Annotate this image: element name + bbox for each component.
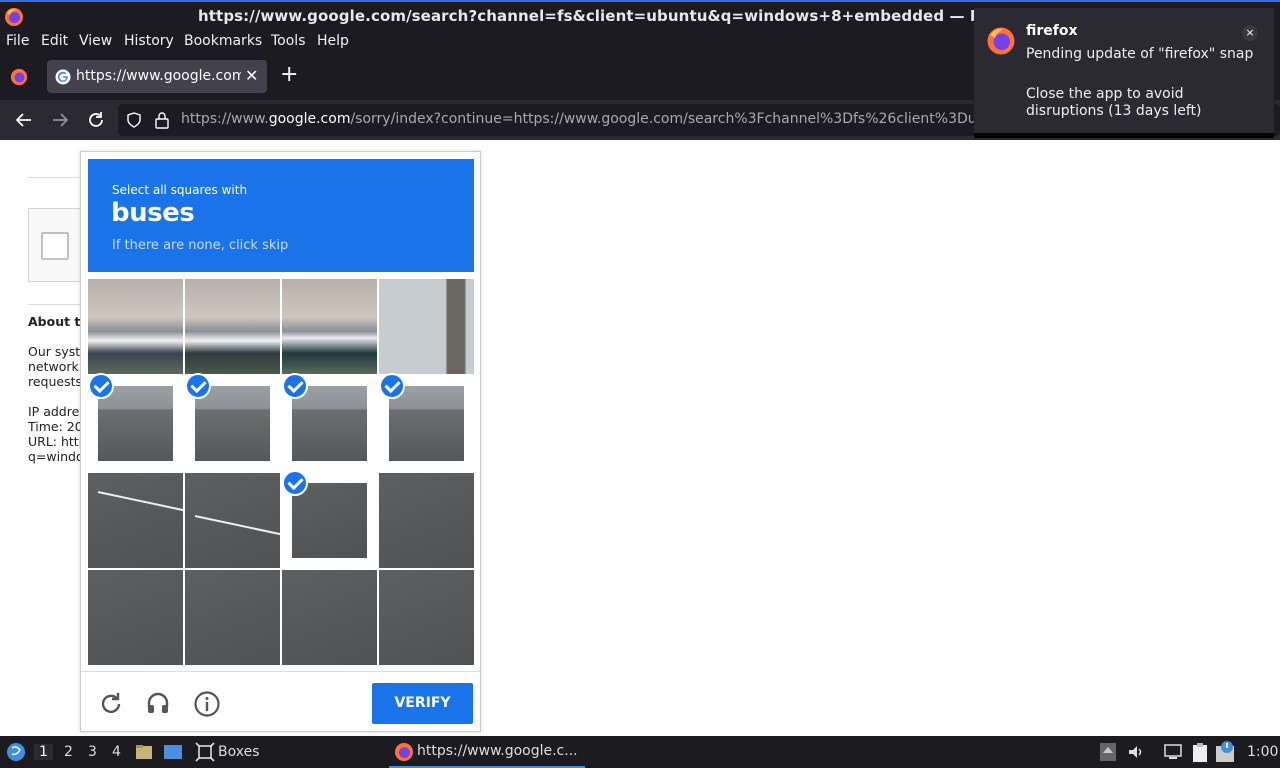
lane-marking (97, 491, 183, 512)
captcha-tile[interactable] (379, 570, 474, 665)
taskbar-app-boxes[interactable]: Boxes (218, 744, 260, 760)
close-tab-icon[interactable]: ✕ (245, 66, 258, 85)
forward-icon[interactable] (49, 109, 71, 131)
tile-selected-check-icon (282, 470, 308, 496)
info-icon[interactable] (193, 690, 221, 718)
divider (28, 177, 80, 178)
captcha-tile[interactable] (292, 386, 367, 461)
tab-title: https://www.google.com/ (76, 68, 241, 84)
firefox-logo-icon (987, 27, 1015, 55)
workspace-2[interactable]: 2 (64, 744, 73, 760)
taskbar: 1 2 3 4 Boxes https://www.google.c... 1:… (0, 736, 1280, 768)
clipboard-icon[interactable] (1190, 741, 1212, 763)
captcha-tile[interactable] (185, 570, 280, 665)
taskbar-window-firefox[interactable]: https://www.google.c... (389, 736, 585, 768)
tile-selected-check-icon (88, 373, 114, 399)
captcha-tile[interactable] (282, 279, 377, 374)
captcha-tile[interactable] (292, 483, 367, 558)
lock-icon[interactable] (154, 111, 170, 129)
tile-selected-check-icon (185, 373, 211, 399)
file-manager-icon[interactable] (135, 743, 153, 761)
menu-view[interactable]: View (79, 33, 112, 49)
start-menu-icon[interactable] (6, 742, 26, 762)
reload-icon[interactable] (85, 109, 107, 131)
back-icon[interactable] (13, 109, 35, 131)
instruction-text: Select all squares with (112, 183, 248, 197)
captcha-tile[interactable] (185, 279, 280, 374)
notification-popup: firefox Pending update of "firefox" snap… (974, 8, 1274, 138)
divider (28, 304, 80, 305)
notification-body: Pending update of "firefox" snap (1026, 46, 1254, 62)
update-notifier-icon[interactable] (1214, 740, 1238, 764)
page-text-line: requests (28, 374, 80, 389)
page-text-line: network. (28, 359, 80, 374)
recaptcha-footer: VERIFY (81, 671, 480, 731)
tile-selected-check-icon (282, 373, 308, 399)
headphones-icon[interactable] (145, 690, 171, 716)
notification-title: firefox (1026, 23, 1078, 39)
captcha-tile[interactable] (88, 473, 183, 568)
menu-tools[interactable]: Tools (271, 33, 306, 49)
taskbar-window-title: https://www.google.c... (417, 743, 578, 759)
menu-bookmarks[interactable]: Bookmarks (184, 33, 262, 49)
captcha-tile[interactable] (379, 279, 474, 374)
captcha-tile[interactable] (98, 386, 173, 461)
menu-history[interactable]: History (124, 33, 174, 49)
firefox-view-icon[interactable] (10, 68, 28, 86)
captcha-tile[interactable] (379, 473, 474, 568)
shield-icon[interactable] (126, 112, 142, 128)
captcha-tile[interactable] (88, 570, 183, 665)
captcha-tile[interactable] (389, 386, 464, 461)
page-text-line: q=window (28, 449, 80, 464)
page-text-line: Time: 20 (28, 419, 80, 434)
page-text-line: URL: http (28, 434, 80, 449)
close-notification-icon[interactable]: × (1242, 25, 1258, 41)
boxes-icon (195, 742, 215, 762)
menu-help[interactable]: Help (317, 33, 349, 49)
tab-google[interactable]: https://www.google.com/ ✕ (47, 60, 267, 93)
firefox-logo-icon (395, 743, 413, 761)
google-favicon-icon (55, 69, 71, 85)
page-text-line: Our syste (28, 344, 80, 359)
captcha-tile[interactable] (185, 473, 280, 568)
captcha-tile[interactable] (88, 279, 183, 374)
captcha-tile[interactable] (282, 570, 377, 665)
recaptcha-anchor-box (28, 208, 80, 282)
about-heading: About th (28, 314, 80, 329)
captcha-tile[interactable] (195, 386, 270, 461)
menu-edit[interactable]: Edit (41, 33, 68, 49)
url-text: https://www.google.com/sorry/index?conti… (181, 111, 977, 127)
menu-file[interactable]: File (6, 33, 29, 49)
network-icon[interactable] (1163, 743, 1183, 761)
window-title: https://www.google.com/search?channel=fs… (198, 7, 985, 25)
clock: 1:00 (1247, 744, 1279, 760)
workspace-4[interactable]: 4 (112, 744, 121, 760)
tile-selected-check-icon (379, 373, 405, 399)
desktop-icon[interactable] (163, 743, 183, 761)
recaptcha-challenge: Select all squares with buses If there a… (80, 151, 481, 732)
skip-hint: If there are none, click skip (112, 238, 289, 253)
lane-marking (194, 515, 280, 536)
workspace-3[interactable]: 3 (88, 744, 97, 760)
recaptcha-header: Select all squares with buses If there a… (88, 159, 474, 272)
verify-button[interactable]: VERIFY (372, 683, 473, 724)
target-object: buses (111, 198, 195, 228)
new-tab-icon[interactable]: + (280, 62, 298, 88)
recaptcha-checkbox[interactable] (41, 232, 69, 260)
firefox-logo-icon (5, 8, 23, 26)
eject-icon[interactable] (1100, 743, 1116, 761)
notification-detail: Close the app to avoid disruptions (13 d… (1026, 86, 1202, 119)
page-text-line: IP addres (28, 404, 80, 419)
workspace-1[interactable]: 1 (34, 744, 53, 760)
volume-icon[interactable] (1127, 743, 1145, 761)
reload-challenge-icon[interactable] (98, 691, 124, 717)
